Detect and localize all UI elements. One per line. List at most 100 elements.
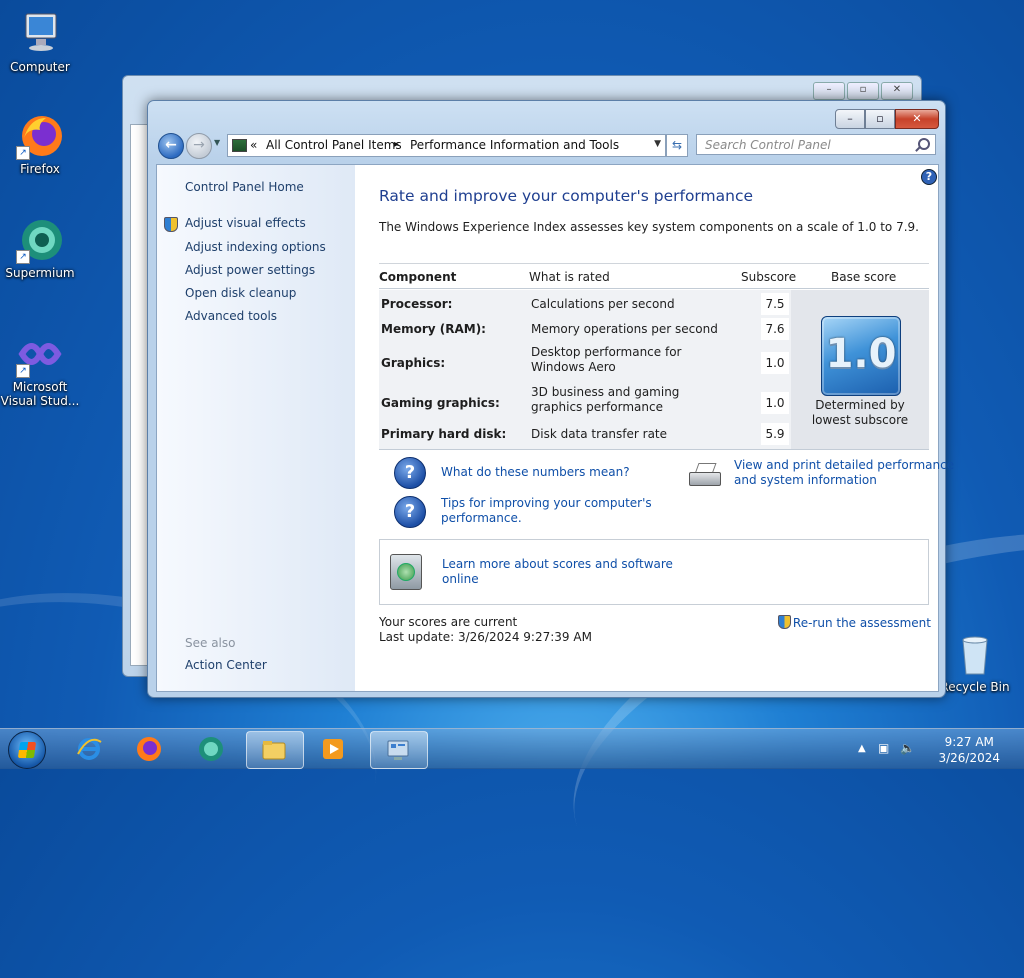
learn-more-scores-link[interactable]: online [442,572,479,587]
scores-current-text: Your scores are current [379,615,518,629]
breadcrumb-performance-information[interactable]: Performance Information and Tools [410,138,619,152]
subscore: 7.6 [761,318,789,340]
open-disk-cleanup-link[interactable]: Open disk cleanup [185,286,296,300]
subscore: 1.0 [761,392,789,414]
header-what-is-rated: What is rated [529,270,610,284]
supermium-icon: ↗ [16,216,64,264]
system-tray: ▲ ▣ 🔈 9:27 AM 3/26/2024 [854,729,1024,769]
view-print-detailed-link[interactable]: View and print detailed performance [734,458,954,473]
help-question-icon: ? [394,457,426,489]
view-print-detailed-link[interactable]: and system information [734,473,877,488]
desktop-icon-recycle-bin[interactable]: Recycle Bin [935,630,1015,694]
maximize-button[interactable]: ▫ [847,82,879,100]
close-button[interactable]: ✕ [881,82,913,100]
clock-time: 9:27 AM [944,735,994,749]
base-score-badge: 1.0 [821,316,901,396]
recent-pages-dropdown[interactable]: ▼ [214,138,220,147]
adjust-power-settings-link[interactable]: Adjust power settings [185,263,315,277]
base-score-value: 1.0 [825,331,897,377]
network-icon[interactable]: ▣ [878,741,889,755]
desktop-icon-label: Supermium [5,266,75,280]
desktop-icon-label: Computer [10,60,70,74]
back-button[interactable]: ← [158,133,184,159]
help-icon[interactable]: ? [921,169,937,185]
firefox-icon: ↗ [16,112,64,160]
component-name: Primary hard disk: [381,427,507,441]
desktop-icon-supermium[interactable]: ↗ Supermium [0,216,80,280]
what-do-these-numbers-mean-link[interactable]: What do these numbers mean? [441,465,630,480]
score-table-header: Component What is rated Subscore Base sc… [379,263,929,289]
desktop-icon-label: Firefox [20,162,60,176]
desktop-icon-firefox[interactable]: ↗ Firefox [0,112,80,176]
taskbar: ▲ ▣ 🔈 9:27 AM 3/26/2024 [0,728,1024,769]
tips-improving-performance-link[interactable]: performance. [441,511,522,526]
close-button[interactable]: ✕ [895,109,939,129]
page-title: Rate and improve your computer's perform… [379,187,754,205]
what-is-rated: Calculations per second [531,297,675,311]
desktop-icon-label: Microsoft Visual Stud... [0,380,80,408]
learn-more-box: Learn more about scores and software onl… [379,539,929,605]
search-input[interactable]: Search Control Panel [696,134,936,155]
control-panel-icon [232,139,247,152]
taskbar-control-panel[interactable] [370,731,428,769]
media-player-icon [320,736,346,762]
what-is-rated: Desktop performance for [531,345,682,359]
uac-shield-icon [164,217,178,232]
subscore: 5.9 [761,423,789,445]
refresh-button[interactable]: ⇆ [666,134,688,157]
action-center-link[interactable]: Action Center [185,658,267,672]
see-also-heading: See also [185,636,236,650]
what-is-rated: Disk data transfer rate [531,427,668,441]
what-is-rated: 3D business and gaming [531,385,680,399]
internet-explorer-icon [76,736,102,762]
advanced-tools-link[interactable]: Advanced tools [185,309,277,323]
start-button[interactable] [8,731,46,769]
header-subscore: Subscore [741,270,797,284]
rerun-assessment-link[interactable]: Re-run the assessment [793,616,931,630]
desktop-icon-visual-studio[interactable]: ↗ Microsoft Visual Stud... [0,330,80,408]
control-panel-home-link[interactable]: Control Panel Home [185,180,304,194]
breadcrumb-chevron[interactable]: « [250,138,257,152]
score-status: Your scores are current Last update: 3/2… [379,615,592,645]
component-name: Processor: [381,297,453,311]
base-score-column: 1.0 Determined by lowest subscore [791,290,929,449]
search-icon[interactable] [918,138,930,150]
address-bar[interactable]: « All Control Panel Items ▸ Performance … [227,134,666,157]
tips-improving-performance-link[interactable]: Tips for improving your computer's [441,496,652,511]
adjust-indexing-options-link[interactable]: Adjust indexing options [185,240,326,254]
shortcut-arrow-icon: ↗ [16,146,30,160]
maximize-button[interactable]: ▫ [865,109,895,129]
volume-muted-icon[interactable]: 🔈 [900,741,915,755]
shortcut-arrow-icon: ↗ [16,250,30,264]
breadcrumb-separator-icon[interactable]: ▸ [394,139,399,150]
clock[interactable]: 9:27 AM 3/26/2024 [938,734,1000,766]
component-name: Gaming graphics: [381,396,500,410]
rerun-assessment[interactable]: Re-run the assessment [777,615,931,631]
recycle-bin-icon [951,630,999,678]
breadcrumb-all-control-panel-items[interactable]: All Control Panel Items [266,138,402,152]
minimize-button[interactable]: – [813,82,845,100]
taskbar-supermium[interactable] [184,731,240,767]
show-hidden-icons-button[interactable]: ▲ [858,743,866,754]
content-area: Control Panel Home Adjust visual effects… [156,164,954,692]
base-score-note-line: lowest subscore [811,413,909,427]
taskbar-explorer[interactable] [246,731,304,769]
address-dropdown-icon[interactable]: ▼ [654,139,661,149]
printer-icon [687,462,721,488]
taskbar-media-player[interactable] [306,731,362,767]
learn-more-scores-link[interactable]: Learn more about scores and software [442,557,673,572]
desktop-icon-computer[interactable]: Computer [0,10,80,74]
adjust-visual-effects-link[interactable]: Adjust visual effects [185,216,306,230]
component-name: Memory (RAM): [381,322,486,336]
background-window-caption-buttons: – ▫ ✕ [813,82,913,100]
taskbar-internet-explorer[interactable] [62,731,118,767]
taskbar-firefox[interactable] [122,731,178,767]
component-name: Graphics: [381,356,446,370]
minimize-button[interactable]: – [835,109,865,129]
computer-icon [16,10,64,58]
subscore: 1.0 [761,352,789,374]
navigation-bar: ← → ▼ « All Control Panel Items ▸ Perfor… [156,132,937,160]
forward-button[interactable]: → [186,133,212,159]
header-base-score: Base score [831,270,897,284]
uac-shield-icon [777,615,791,629]
